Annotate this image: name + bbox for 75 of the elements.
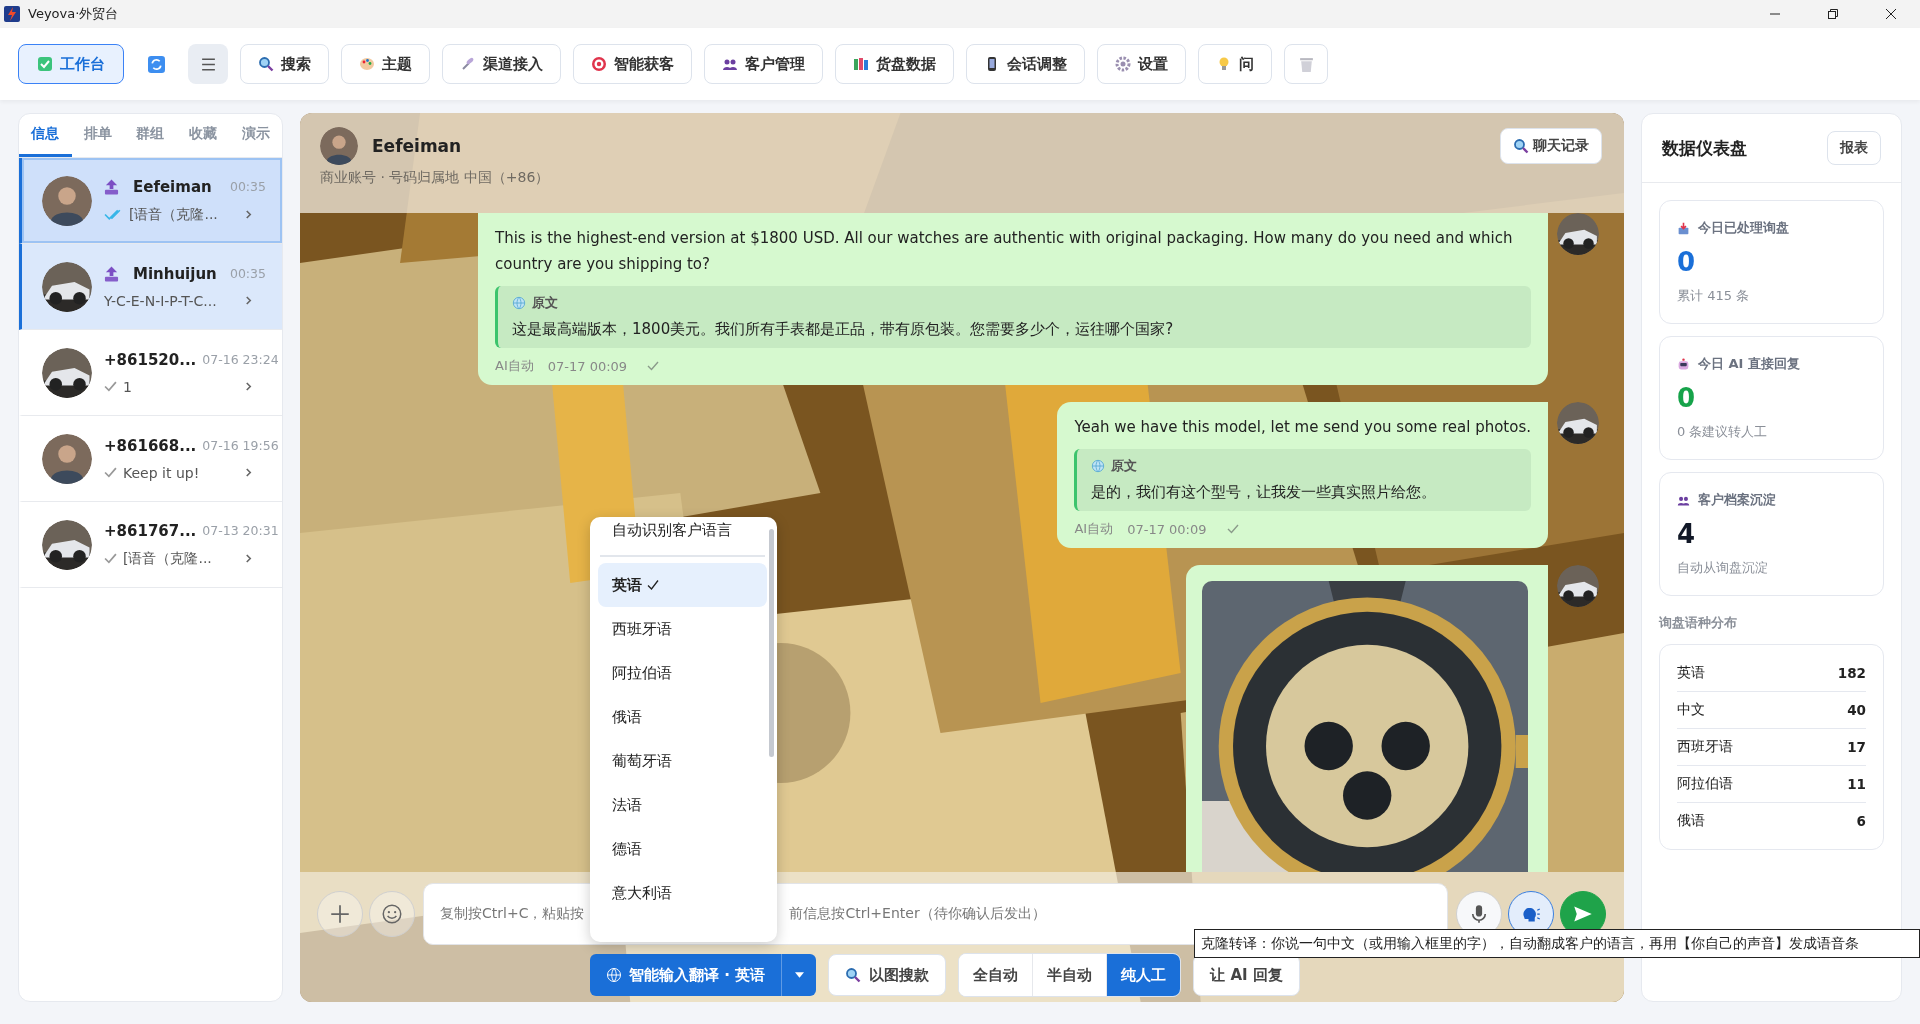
stat-label: 今日已处理询盘 bbox=[1698, 219, 1789, 237]
message-preview: Y-C-E-N-I-P-T-C... bbox=[104, 292, 217, 309]
message-preview: Keep it up! bbox=[123, 464, 200, 481]
chevron-icon bbox=[245, 468, 252, 477]
menu-button[interactable] bbox=[188, 44, 228, 84]
message-time: 07-16 19:56 bbox=[202, 438, 279, 453]
message-time: 07-16 23:24 bbox=[202, 352, 279, 367]
message-time: 07-13 20:31 bbox=[202, 523, 279, 538]
stat-note: 累计 415 条 bbox=[1677, 287, 1751, 305]
toolbar-button[interactable]: 主题 bbox=[341, 44, 430, 84]
toolbar-button[interactable]: 工作台 bbox=[18, 44, 124, 84]
toolbar-button[interactable]: 会话调整 bbox=[966, 44, 1085, 84]
stat-label: 今日 AI 直接回复 bbox=[1698, 355, 1800, 373]
toolbar-button[interactable]: 问 bbox=[1198, 44, 1272, 84]
gear-icon bbox=[1115, 56, 1131, 72]
panel-title: 数据仪表盘 bbox=[1662, 136, 1747, 160]
message-time: 00:35 bbox=[229, 179, 266, 194]
language-label: 俄语 bbox=[1677, 812, 1705, 830]
contact-name: +861668... bbox=[104, 436, 197, 455]
pin-top-icon bbox=[104, 178, 119, 195]
message-time: 00:35 bbox=[229, 266, 266, 281]
conversation-item[interactable]: Minhuijun 00:35 Y-C-E-N-I-P-T-C... bbox=[19, 244, 282, 330]
books-icon bbox=[853, 56, 869, 72]
pin-top-icon bbox=[104, 265, 119, 282]
language-label: 阿拉伯语 bbox=[1677, 775, 1733, 793]
toolbar-button[interactable]: 货盘数据 bbox=[835, 44, 954, 84]
refresh-icon bbox=[147, 55, 165, 73]
message-preview: 1 bbox=[123, 378, 132, 395]
chevron-icon bbox=[245, 554, 252, 563]
toolbar-button[interactable]: 设置 bbox=[1097, 44, 1186, 84]
language-count: 40 bbox=[1847, 702, 1866, 718]
language-label: 英语 bbox=[1677, 664, 1705, 682]
stat-note: 0 条建议转人工 bbox=[1677, 423, 1769, 441]
report-button[interactable]: 报表 bbox=[1827, 131, 1881, 165]
window-title: Veyova·外贸台 bbox=[28, 5, 119, 23]
check-icon bbox=[37, 56, 53, 72]
contact-name: +861520... bbox=[104, 350, 197, 369]
toolbar-button[interactable]: 客户管理 bbox=[704, 44, 823, 84]
toolbar-button[interactable]: 智能获客 bbox=[573, 44, 692, 84]
avatar bbox=[42, 175, 92, 226]
message-preview: [语音（克隆... bbox=[123, 549, 212, 568]
chevron-icon bbox=[245, 296, 252, 305]
robot-icon bbox=[1677, 357, 1690, 371]
stat-value: 0 bbox=[1677, 383, 1697, 413]
trash-icon bbox=[1297, 55, 1315, 73]
stat-note: 自动从询盘沉淀 bbox=[1677, 559, 1769, 577]
language-label: 中文 bbox=[1677, 701, 1705, 719]
contact-name: Eefeiman bbox=[133, 177, 212, 196]
search-icon bbox=[258, 56, 274, 72]
stat-label: 客户档案沉淀 bbox=[1698, 491, 1776, 509]
avatar bbox=[42, 433, 92, 484]
app-logo-icon bbox=[4, 6, 20, 22]
stat-value: 0 bbox=[1677, 247, 1697, 277]
conversation-item[interactable]: +861767... 07-13 20:31 [语音（克隆... bbox=[19, 502, 282, 588]
chevron-icon bbox=[245, 382, 252, 391]
language-count: 6 bbox=[1856, 813, 1866, 829]
section-title: 询盘语种分布 bbox=[1659, 614, 1738, 632]
contact-name: +861767... bbox=[104, 521, 197, 540]
message-preview: [语音（克隆... bbox=[129, 205, 218, 224]
menu-icon bbox=[199, 55, 217, 73]
toolbar-button[interactable]: 搜索 bbox=[240, 44, 329, 84]
conversation-item[interactable]: +861668... 07-16 19:56 Keep it up! bbox=[19, 416, 282, 502]
language-count: 182 bbox=[1837, 665, 1866, 681]
language-label: 西班牙语 bbox=[1677, 738, 1733, 756]
inbox-icon bbox=[1677, 221, 1690, 235]
conversation-item[interactable]: Eefeiman 00:35 [语音（克隆... bbox=[19, 158, 282, 244]
toolbar-button[interactable]: 渠道接入 bbox=[442, 44, 561, 84]
language-count: 17 bbox=[1847, 739, 1866, 755]
target-icon bbox=[591, 56, 607, 72]
conversation-item[interactable]: +861520... 07-16 23:24 1 bbox=[19, 330, 282, 416]
palette-icon bbox=[359, 56, 375, 72]
chevron-icon bbox=[245, 210, 252, 219]
language-count: 11 bbox=[1847, 776, 1866, 792]
contact-name: Minhuijun bbox=[133, 264, 217, 283]
stat-value: 4 bbox=[1677, 519, 1697, 549]
